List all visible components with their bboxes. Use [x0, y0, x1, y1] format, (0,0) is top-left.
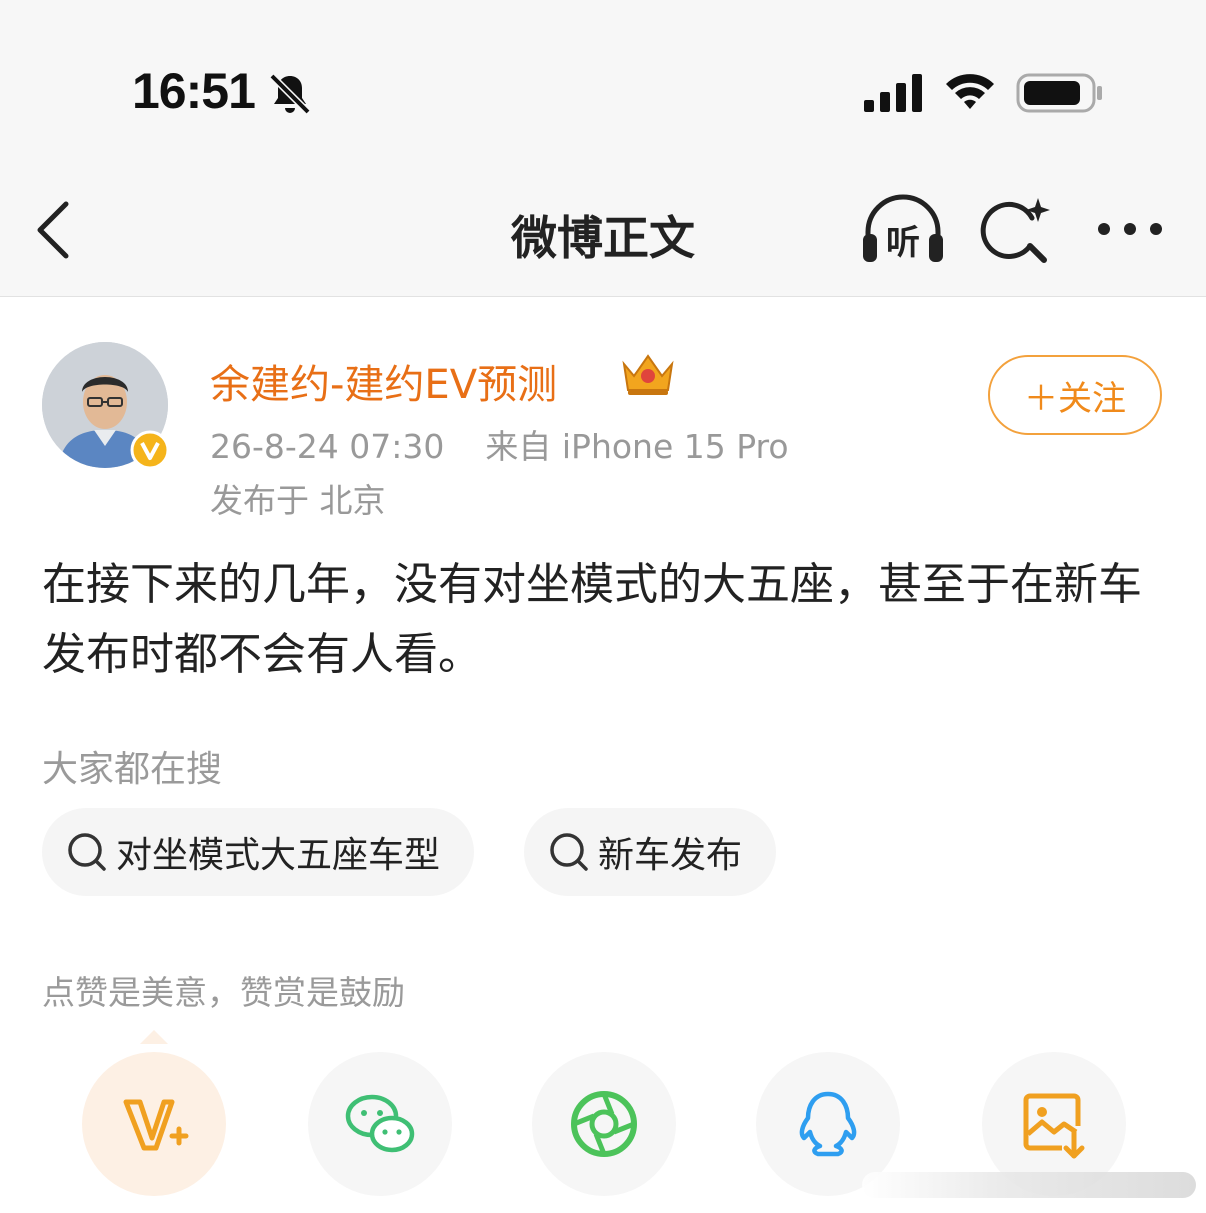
follow-button[interactable]: ＋关注 [988, 355, 1162, 435]
reward-note: 点赞是美意，赞赏是鼓励 [42, 973, 405, 1012]
moments-icon [571, 1091, 637, 1157]
post-timestamp: 26-8-24 07:30 [210, 427, 445, 466]
crown-badge-icon [622, 354, 674, 395]
bell-slash-icon [269, 73, 311, 115]
share-moments-button[interactable] [532, 1052, 676, 1196]
home-indicator [862, 1172, 1196, 1198]
post-meta: 26-8-24 07:30 来自 iPhone 15 Pro [210, 420, 789, 468]
v-plus-reward-icon [123, 1099, 189, 1151]
post-content: 在接下来的几年，没有对坐模式的大五座，甚至于在新车发布时都不会有人看。 [42, 559, 1142, 680]
listen-label: 听 [886, 223, 920, 263]
signal-icon [864, 74, 922, 112]
status-time: 16:51 [132, 63, 256, 119]
post-source: 来自 iPhone 15 Pro [485, 427, 789, 466]
search-chip[interactable]: 对坐模式大五座车型 [42, 808, 475, 896]
status-bar: 16:51 [0, 0, 1206, 160]
hot-search-title: 大家都在搜 [42, 749, 223, 790]
reward-button[interactable] [82, 1052, 226, 1196]
listen-icon[interactable]: 听 [860, 194, 946, 266]
search-icon [68, 833, 106, 871]
wifi-icon [946, 74, 994, 109]
pointer-arrow [140, 1030, 168, 1044]
qq-icon [799, 1091, 857, 1157]
search-icon [550, 833, 588, 871]
author-name[interactable]: 余建约-建约EV预测 [210, 352, 557, 410]
save-image-icon [1023, 1093, 1085, 1159]
more-icon[interactable] [1094, 216, 1166, 242]
wechat-icon [345, 1094, 415, 1153]
post-location: 发布于 北京 [210, 481, 386, 520]
search-chip-label: 对坐模式大五座车型 [116, 835, 441, 876]
search-chip-label: 新车发布 [598, 835, 743, 876]
battery-icon [1016, 73, 1102, 113]
verified-v-icon [130, 430, 170, 470]
ai-search-icon[interactable] [980, 196, 1052, 266]
search-chip[interactable]: 新车发布 [524, 808, 777, 896]
share-wechat-button[interactable] [308, 1052, 452, 1196]
nav-bar: 微博正文 听 [0, 160, 1206, 297]
